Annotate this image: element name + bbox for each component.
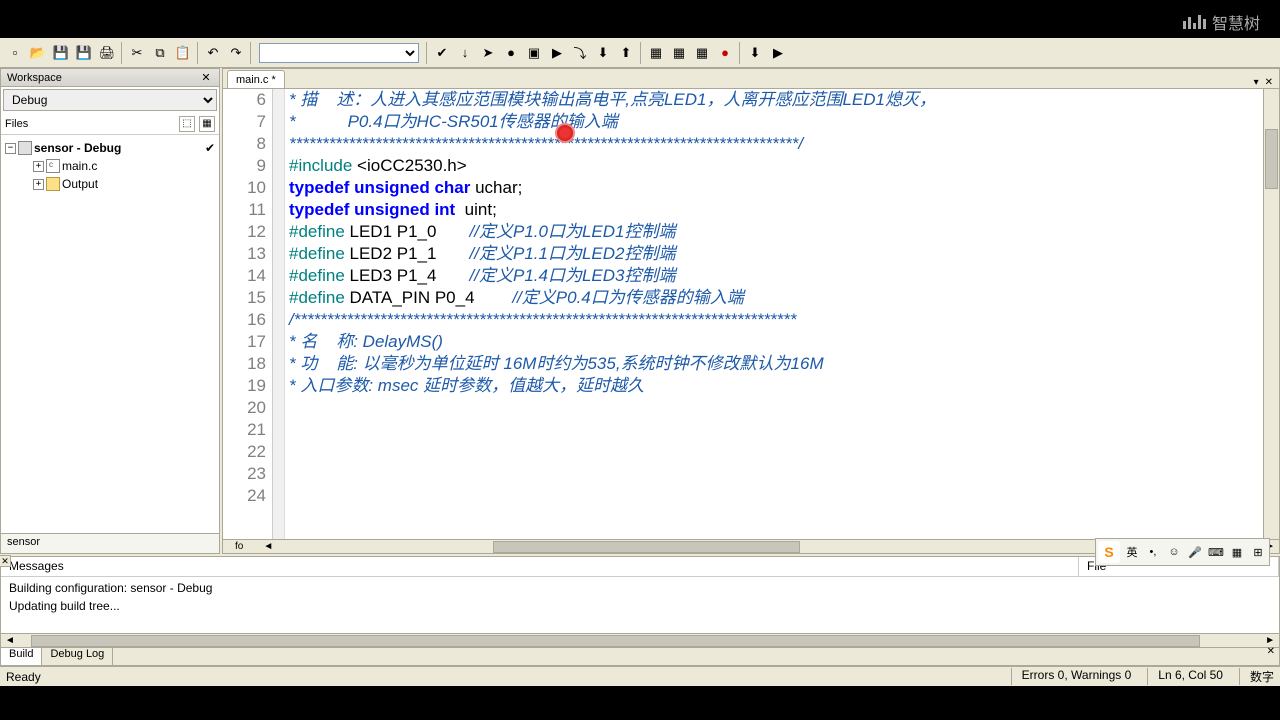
- check-icon: ✔: [205, 141, 215, 155]
- project-node[interactable]: − sensor - Debug ✔: [5, 139, 215, 157]
- expand-icon[interactable]: +: [33, 179, 44, 190]
- pointer-button[interactable]: ➤: [477, 42, 499, 64]
- ime-lang[interactable]: 英: [1123, 543, 1141, 561]
- messages-close-icon[interactable]: ✕: [0, 555, 11, 567]
- brand-logo: 智慧树: [1183, 10, 1260, 34]
- save-button[interactable]: 💾: [50, 42, 72, 64]
- project-icon: [18, 141, 32, 155]
- config-select[interactable]: Debug: [3, 89, 217, 111]
- step-out-button[interactable]: ⬆: [615, 42, 637, 64]
- print-button[interactable]: 🖨: [96, 42, 118, 64]
- ime-voice-icon[interactable]: 🎤: [1186, 543, 1204, 561]
- status-ready: Ready: [6, 670, 41, 684]
- grid2-button[interactable]: ▦: [668, 42, 690, 64]
- code-editor[interactable]: 6789101112131415161718192021222324 * 描 述…: [223, 89, 1279, 539]
- build-tab[interactable]: Build: [1, 648, 42, 665]
- arrow-down-button[interactable]: ↓: [454, 42, 476, 64]
- fold-icon: [46, 177, 60, 191]
- new-file-button[interactable]: ▫: [4, 42, 26, 64]
- debug-log-tab[interactable]: Debug Log: [42, 648, 113, 665]
- undo-button[interactable]: ↶: [202, 42, 224, 64]
- status-position: Ln 6, Col 50: [1147, 668, 1223, 685]
- line-gutter: 6789101112131415161718192021222324: [223, 89, 273, 539]
- fold-gutter: [273, 89, 285, 539]
- status-bar: Ready Errors 0, Warnings 0 Ln 6, Col 50 …: [0, 666, 1280, 686]
- ime-emoji-icon[interactable]: ☺: [1165, 543, 1183, 561]
- ws-icon-1[interactable]: ⬚: [179, 116, 195, 132]
- grid1-button[interactable]: ▦: [645, 42, 667, 64]
- down-script-button[interactable]: ⬇: [744, 42, 766, 64]
- copy-button[interactable]: ⧉: [149, 42, 171, 64]
- ime-logo-icon[interactable]: S: [1098, 541, 1120, 563]
- messages-body[interactable]: Building configuration: sensor - DebugUp…: [1, 577, 1279, 633]
- open-button[interactable]: 📂: [27, 42, 49, 64]
- cut-button[interactable]: ✂: [126, 42, 148, 64]
- expand-icon[interactable]: −: [5, 143, 16, 154]
- toolbar-combo[interactable]: [259, 43, 419, 63]
- files-header: Files: [5, 118, 28, 130]
- msg-hscroll[interactable]: [31, 635, 1261, 647]
- status-mode: 数字: [1239, 668, 1274, 685]
- redo-button[interactable]: ↷: [225, 42, 247, 64]
- workspace-title: Workspace: [7, 72, 62, 84]
- ime-punct-icon[interactable]: •,: [1144, 543, 1162, 561]
- paste-button[interactable]: 📋: [172, 42, 194, 64]
- breakpoint-toggle-button[interactable]: ●: [500, 42, 522, 64]
- step-into-button[interactable]: ⬇: [592, 42, 614, 64]
- ime-toolbar[interactable]: S 英 •, ☺ 🎤 ⌨ ▦ ⊞: [1095, 538, 1270, 566]
- file-tree: − sensor - Debug ✔ +main.c+Output: [1, 135, 219, 533]
- record-button[interactable]: ●: [714, 42, 736, 64]
- ime-keyboard-icon[interactable]: ⌨: [1207, 543, 1225, 561]
- expand-icon[interactable]: +: [33, 161, 44, 172]
- status-errors: Errors 0, Warnings 0: [1011, 668, 1132, 685]
- ime-menu-icon[interactable]: ⊞: [1249, 543, 1267, 561]
- tree-item[interactable]: +main.c: [5, 157, 215, 175]
- workspace-close-icon[interactable]: ✕: [199, 71, 213, 85]
- msg-tabs-close-icon[interactable]: ✕: [1267, 646, 1275, 657]
- vertical-scrollbar[interactable]: [1263, 89, 1279, 539]
- step-over-button[interactable]: ⤵: [569, 42, 591, 64]
- tree-item[interactable]: +Output: [5, 175, 215, 193]
- ime-skin-icon[interactable]: ▦: [1228, 543, 1246, 561]
- messages-col-header: Messages: [1, 557, 1079, 576]
- workspace-footer: sensor: [1, 533, 219, 553]
- grid3-button[interactable]: ▦: [691, 42, 713, 64]
- main-toolbar: ▫📂💾💾🖨✂⧉📋↶↷✔↓➤●▣▶⤵⬇⬆▦▦▦●⬇▶: [0, 38, 1280, 68]
- save-all-button[interactable]: 💾: [73, 42, 95, 64]
- play-button[interactable]: ▶: [546, 42, 568, 64]
- tab-close-icon[interactable]: ✕: [1263, 77, 1275, 88]
- tab-dropdown-icon[interactable]: ▾: [1252, 77, 1261, 88]
- ide-window: ▫📂💾💾🖨✂⧉📋↶↷✔↓➤●▣▶⤵⬇⬆▦▦▦●⬇▶ Workspace ✕ De…: [0, 38, 1280, 686]
- c-icon: [46, 159, 60, 173]
- check-button[interactable]: ✔: [431, 42, 453, 64]
- editor-panel: main.c * ▾ ✕ 678910111213141516171819202…: [222, 68, 1280, 554]
- messages-panel: ✕ Messages File Building configuration: …: [0, 556, 1280, 666]
- run-script-button[interactable]: ▶: [767, 42, 789, 64]
- cursor-highlight: [555, 123, 575, 143]
- ws-icon-2[interactable]: ▦: [199, 116, 215, 132]
- workspace-panel: Workspace ✕ Debug Files ⬚ ▦ − sensor - D…: [0, 68, 220, 554]
- box-button[interactable]: ▣: [523, 42, 545, 64]
- file-tab[interactable]: main.c *: [227, 70, 285, 88]
